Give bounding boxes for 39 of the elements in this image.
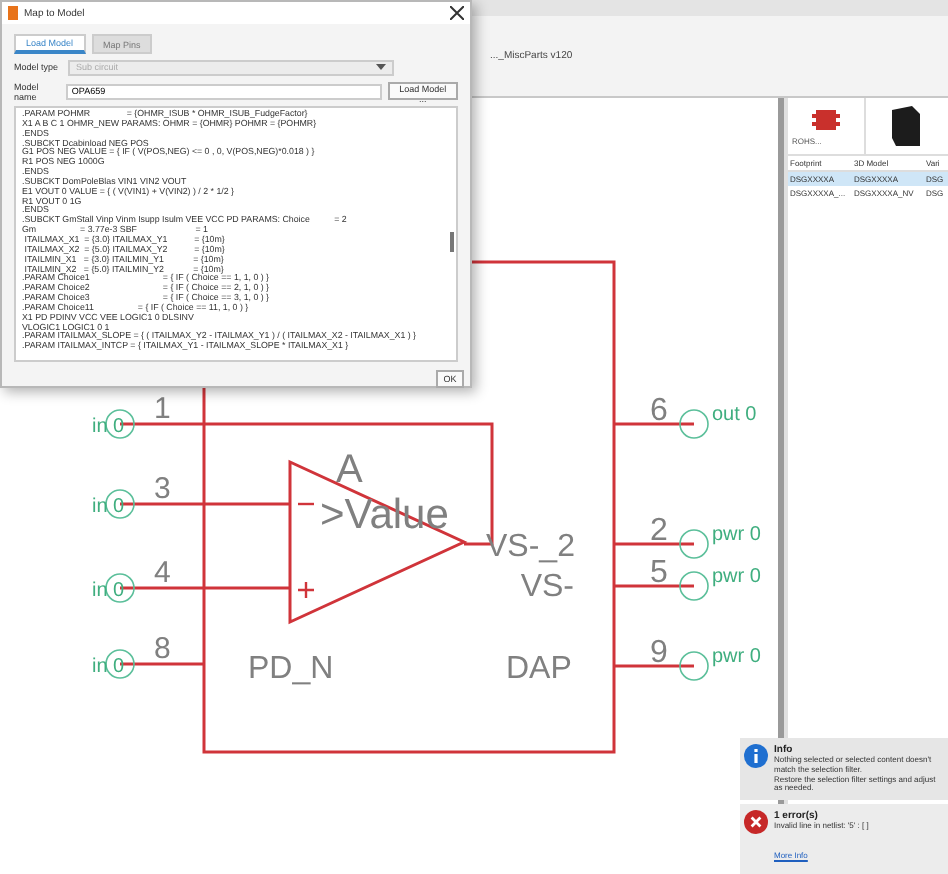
error-icon	[744, 810, 768, 835]
footprint-icon[interactable]	[812, 107, 840, 131]
component-name: A	[336, 448, 363, 492]
connection-circle[interactable]	[105, 573, 135, 603]
pin-number: 5	[650, 556, 668, 590]
info-icon	[744, 744, 768, 769]
pin-number: 1	[154, 392, 171, 426]
pin-label: DAP	[506, 652, 572, 686]
plus-icon	[296, 580, 316, 600]
pin-label: PD_N	[248, 652, 334, 686]
net-label: in 0	[92, 496, 125, 518]
pin-number: 3	[154, 472, 171, 506]
net-label: in 0	[92, 416, 125, 438]
app-icon	[8, 6, 18, 20]
connection-circle[interactable]	[105, 409, 135, 439]
pin-number: 6	[650, 394, 668, 428]
close-icon[interactable]	[450, 6, 464, 20]
net-label: pwr 0	[712, 646, 761, 668]
connection-circle[interactable]	[679, 409, 709, 439]
net-label: in 0	[92, 656, 125, 678]
connection-circle[interactable]	[679, 651, 709, 681]
minus-icon	[298, 502, 314, 506]
connection-circle[interactable]	[105, 489, 135, 519]
pin-number: 9	[650, 636, 668, 670]
scrollbar-thumb[interactable]	[450, 232, 454, 252]
pin-number: 4	[154, 556, 171, 590]
pin-number: 2	[650, 514, 668, 548]
net-label: in 0	[92, 580, 125, 602]
chip-3d-icon[interactable]	[888, 106, 920, 146]
net-label: pwr 0	[712, 524, 761, 546]
pin-number: 8	[154, 632, 171, 666]
pin-label: VS-	[520, 570, 574, 604]
pin-label: VS-_2	[486, 530, 575, 564]
connection-circle[interactable]	[105, 649, 135, 679]
caret-icon	[376, 64, 386, 70]
net-label: out 0	[712, 404, 757, 426]
net-label: pwr 0	[712, 566, 761, 588]
connection-circle[interactable]	[679, 571, 709, 601]
connection-circle[interactable]	[679, 529, 709, 559]
